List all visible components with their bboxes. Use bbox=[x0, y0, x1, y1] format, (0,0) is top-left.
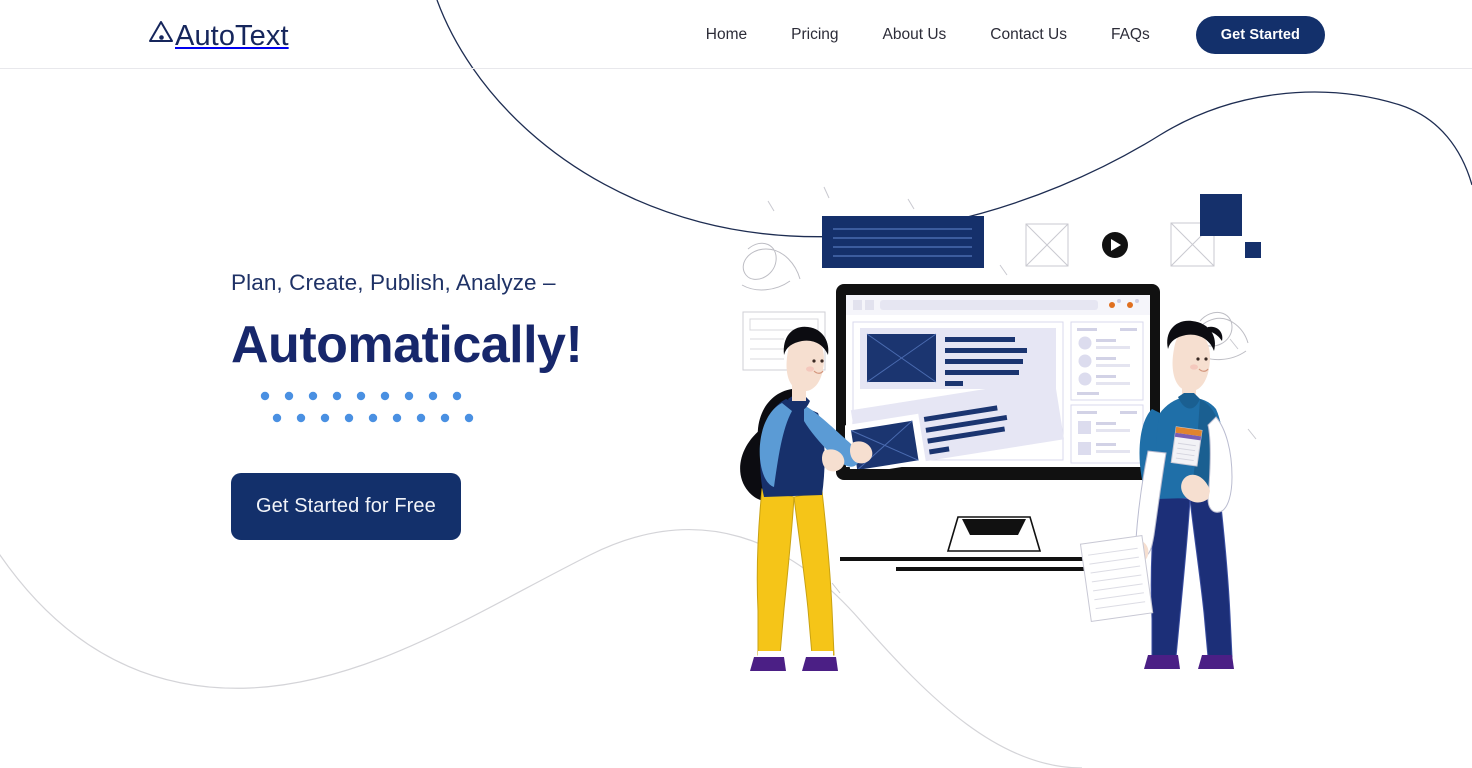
paper-sheet bbox=[1079, 534, 1154, 622]
nav-item-contact-us[interactable]: Contact Us bbox=[968, 0, 1089, 69]
nav-item-pricing[interactable]: Pricing bbox=[769, 0, 860, 69]
hero-section: Plan, Create, Publish, Analyze – Automat… bbox=[0, 69, 1472, 768]
screen-sidebar bbox=[1070, 321, 1144, 464]
nav-item-home[interactable]: Home bbox=[684, 0, 769, 69]
brand-name: AutoText bbox=[175, 20, 289, 52]
navy-text-card bbox=[822, 216, 984, 268]
desktop-monitor bbox=[836, 284, 1160, 571]
navy-square-small bbox=[1245, 242, 1261, 258]
play-button-badge bbox=[1102, 232, 1128, 258]
main-navigation: Home Pricing About Us Contact Us FAQs Ge… bbox=[684, 0, 1325, 69]
squiggle-doodle-left bbox=[741, 242, 801, 291]
hero-eyebrow: Plan, Create, Publish, Analyze – bbox=[231, 270, 556, 295]
dot-pattern-decoration bbox=[260, 391, 474, 423]
get-started-for-free-button[interactable]: Get Started for Free bbox=[231, 473, 461, 540]
nav-item-faqs[interactable]: FAQs bbox=[1089, 0, 1172, 69]
notebook bbox=[1170, 426, 1203, 467]
hero-illustration bbox=[740, 186, 1261, 671]
get-started-button[interactable]: Get Started bbox=[1195, 15, 1325, 54]
brand-logo[interactable]: AutoText bbox=[148, 17, 289, 53]
nav-item-about-us[interactable]: About Us bbox=[861, 0, 969, 69]
hero-headline: Automatically! bbox=[231, 316, 583, 374]
navy-square-large bbox=[1200, 194, 1242, 236]
site-header: AutoText Home Pricing About Us Contact U… bbox=[0, 0, 1472, 69]
wireframe-square-left bbox=[1025, 223, 1069, 267]
hero-copy: Plan, Create, Publish, Analyze – Automat… bbox=[231, 268, 751, 540]
triangle-a-logo-icon bbox=[149, 21, 173, 42]
